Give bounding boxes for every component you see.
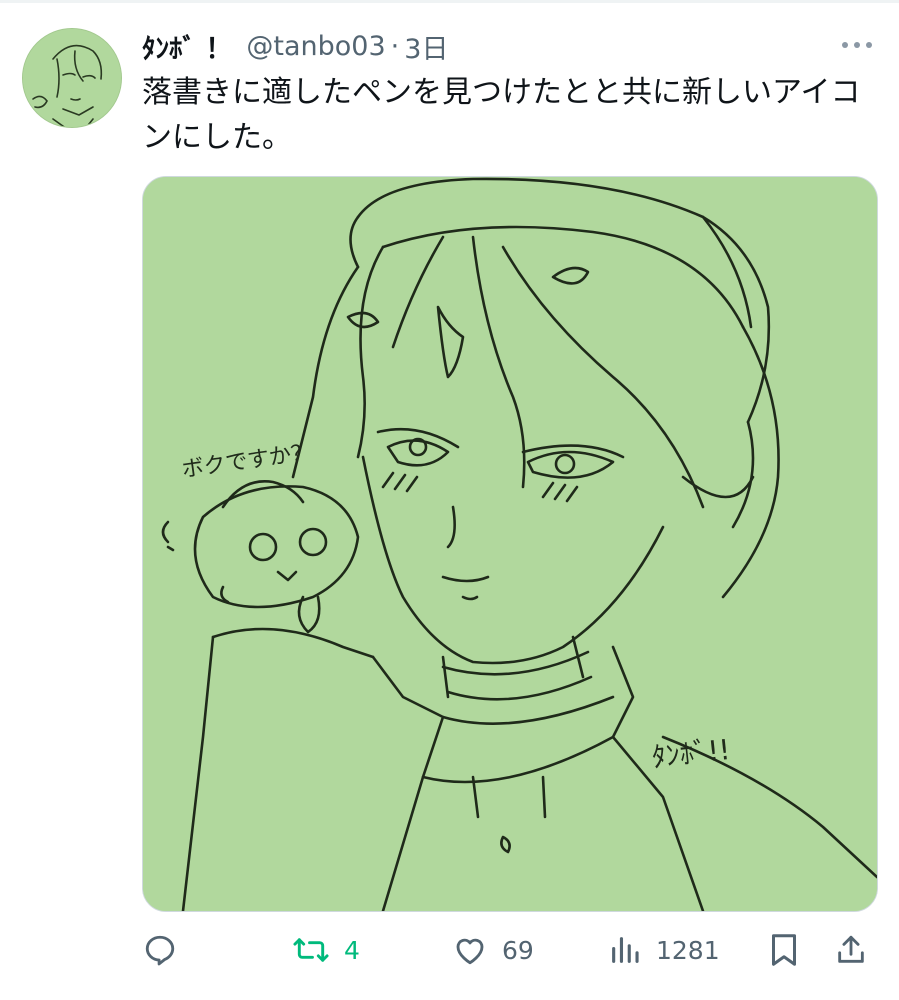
user-handle[interactable]: @tanbo03 bbox=[246, 31, 385, 62]
share-button[interactable] bbox=[834, 924, 868, 976]
like-count: 69 bbox=[502, 935, 534, 965]
share-icon bbox=[838, 935, 864, 963]
like-button[interactable]: 69 bbox=[452, 924, 534, 976]
bookmark-button[interactable] bbox=[768, 924, 800, 976]
avatar-illustration bbox=[23, 29, 121, 127]
more-options-icon[interactable] bbox=[837, 35, 877, 55]
views-count: 1281 bbox=[656, 935, 720, 965]
tweet-text: 落書きに適したペンを見つけたとと共に新しいアイコンにした。 bbox=[142, 75, 861, 155]
bookmark-icon bbox=[772, 934, 796, 966]
retweet-button[interactable]: 4 bbox=[292, 924, 360, 976]
illustration: ボクですか？ ﾀﾝﾎﾞ!! bbox=[143, 177, 877, 911]
retweet-icon bbox=[293, 938, 329, 962]
avatar[interactable] bbox=[22, 28, 122, 128]
tweet-media-image[interactable]: ボクですか？ ﾀﾝﾎﾞ!! bbox=[142, 176, 878, 912]
views-button[interactable]: 1281 bbox=[608, 924, 720, 976]
reply-icon bbox=[145, 935, 175, 966]
tweet-header: ﾀﾝﾎﾞ ！ @tanbo03 · 3日 bbox=[142, 26, 448, 66]
retweet-count: 4 bbox=[344, 935, 360, 965]
top-divider bbox=[0, 0, 899, 3]
timestamp[interactable]: 3日 bbox=[404, 27, 448, 66]
separator-dot: · bbox=[390, 30, 400, 62]
views-icon bbox=[612, 937, 639, 963]
reply-button[interactable] bbox=[142, 924, 192, 976]
tweet-action-bar: 4 69 1281 bbox=[142, 924, 878, 976]
heart-icon bbox=[456, 938, 484, 965]
display-name[interactable]: ﾀﾝﾎﾞ ！ bbox=[142, 27, 232, 66]
